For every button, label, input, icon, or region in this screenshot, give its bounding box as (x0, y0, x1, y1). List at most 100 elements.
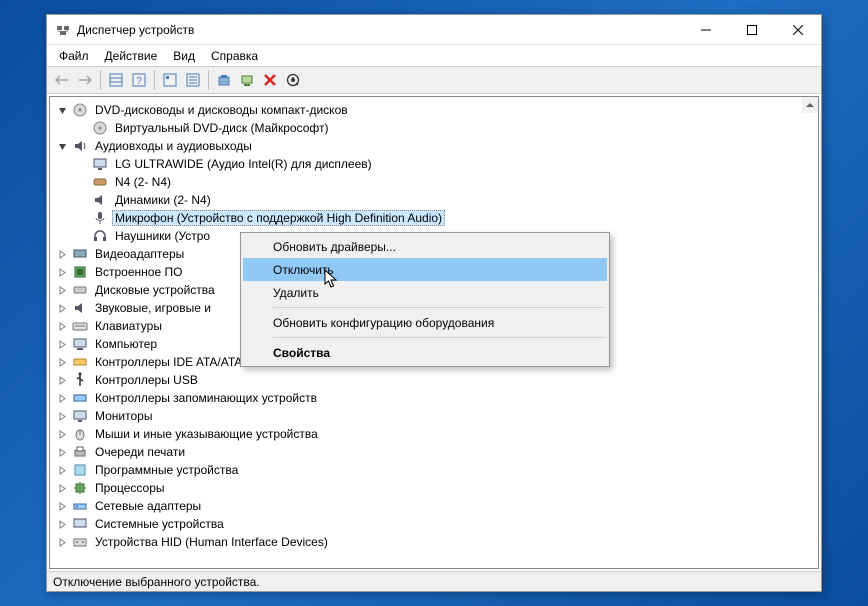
expand-toggle[interactable] (54, 408, 70, 424)
expand-toggle[interactable] (54, 264, 70, 280)
status-text: Отключение выбранного устройства. (53, 575, 260, 589)
usb-icon (72, 372, 88, 388)
device-manager-window: Диспетчер устройств Файл Действие Вид Сп… (46, 14, 822, 592)
tree-category-software[interactable]: Программные устройства (54, 461, 818, 479)
disk-icon (72, 282, 88, 298)
expand-toggle[interactable] (54, 300, 70, 316)
expand-toggle[interactable] (54, 498, 70, 514)
keyboard-icon (72, 318, 88, 334)
monitor-audio-icon (92, 156, 108, 172)
mouse-icon (72, 426, 88, 442)
expand-toggle[interactable] (54, 444, 70, 460)
tree-category-print[interactable]: Очереди печати (54, 443, 818, 461)
toolbar-update-driver-icon[interactable] (213, 69, 235, 91)
tree-label[interactable]: Аудиовходы и аудиовыходы (92, 139, 255, 153)
collapse-toggle[interactable] (54, 102, 70, 118)
menu-file[interactable]: Файл (51, 47, 97, 65)
toolbar-help-icon[interactable]: ? (128, 69, 150, 91)
minimize-button[interactable] (683, 15, 729, 45)
toolbar-separator (154, 70, 155, 90)
statusbar: Отключение выбранного устройства. (47, 571, 821, 591)
monitor-icon (72, 408, 88, 424)
tree-category-system[interactable]: Системные устройства (54, 515, 818, 533)
tree-category-hid[interactable]: Устройства HID (Human Interface Devices) (54, 533, 818, 551)
toolbar-properties-icon[interactable] (182, 69, 204, 91)
computer-icon (72, 336, 88, 352)
maximize-button[interactable] (729, 15, 775, 45)
expand-toggle[interactable] (54, 318, 70, 334)
menu-action[interactable]: Действие (97, 47, 166, 65)
context-separator (273, 337, 605, 338)
tree-category-cpu[interactable]: Процессоры (54, 479, 818, 497)
cpu-icon (72, 480, 88, 496)
tree-category-storage[interactable]: Контроллеры запоминающих устройств (54, 389, 818, 407)
window-controls (683, 15, 821, 45)
expand-toggle[interactable] (54, 246, 70, 262)
expand-toggle[interactable] (54, 372, 70, 388)
toolbar-scan-hardware-icon[interactable] (236, 69, 258, 91)
scroll-up-stub[interactable] (802, 97, 818, 113)
tree-category-usb[interactable]: Контроллеры USB (54, 371, 818, 389)
toolbar-disable-icon[interactable] (282, 69, 304, 91)
firmware-icon (72, 264, 88, 280)
tree-category-mouse[interactable]: Мыши и иные указывающие устройства (54, 425, 818, 443)
context-menu: Обновить драйверы... Отключить Удалить О… (240, 232, 610, 367)
tree-category-monitor[interactable]: Мониторы (54, 407, 818, 425)
expand-toggle[interactable] (54, 354, 70, 370)
storage-controller-icon (72, 390, 88, 406)
expand-toggle[interactable] (54, 336, 70, 352)
back-button[interactable] (51, 69, 73, 91)
tree-category-audio: Аудиовходы и аудиовыходы LG ULTRAWIDE (А… (54, 137, 818, 245)
context-update-drivers[interactable]: Обновить драйверы... (243, 235, 607, 258)
app-icon (55, 22, 71, 38)
close-button[interactable] (775, 15, 821, 45)
dvd-drive-icon (92, 120, 108, 136)
titlebar: Диспетчер устройств (47, 15, 821, 45)
tree-item-selected[interactable]: Микрофон (Устройство с поддержкой High D… (74, 209, 818, 227)
microphone-icon (92, 210, 108, 226)
printer-icon (72, 444, 88, 460)
tree-label[interactable]: DVD-дисководы и дисководы компакт-дисков (92, 103, 351, 117)
context-properties[interactable]: Свойства (243, 341, 607, 364)
collapse-toggle[interactable] (54, 138, 70, 154)
expand-toggle[interactable] (54, 426, 70, 442)
context-delete[interactable]: Удалить (243, 281, 607, 304)
dvd-drive-icon (72, 102, 88, 118)
system-device-icon (72, 516, 88, 532)
toolbar-separator (100, 70, 101, 90)
context-disable[interactable]: Отключить (243, 258, 607, 281)
toolbar-details-icon[interactable] (105, 69, 127, 91)
ide-controller-icon (72, 354, 88, 370)
tree-category-network[interactable]: Сетевые адаптеры (54, 497, 818, 515)
toolbar-separator (208, 70, 209, 90)
toolbar: ? (47, 66, 821, 94)
svg-text:?: ? (136, 76, 142, 87)
expand-toggle[interactable] (54, 480, 70, 496)
menu-help[interactable]: Справка (203, 47, 266, 65)
expand-toggle[interactable] (54, 462, 70, 478)
forward-button[interactable] (74, 69, 96, 91)
speaker-icon (92, 192, 108, 208)
sound-icon (72, 300, 88, 316)
toolbar-actions-icon[interactable] (159, 69, 181, 91)
network-icon (72, 498, 88, 514)
expand-toggle[interactable] (54, 282, 70, 298)
expand-toggle[interactable] (54, 390, 70, 406)
expand-toggle[interactable] (54, 534, 70, 550)
audio-icon (72, 138, 88, 154)
toolbar-uninstall-icon[interactable] (259, 69, 281, 91)
tree-item[interactable]: Виртуальный DVD-диск (Майкрософт) (74, 119, 818, 137)
tree-item[interactable]: Динамики (2- N4) (74, 191, 818, 209)
tree-item[interactable]: N4 (2- N4) (74, 173, 818, 191)
display-adapter-icon (72, 246, 88, 262)
headphones-icon (92, 228, 108, 244)
menu-view[interactable]: Вид (165, 47, 203, 65)
window-title: Диспетчер устройств (77, 23, 683, 37)
software-device-icon (72, 462, 88, 478)
device-icon (92, 174, 108, 190)
context-separator (273, 307, 605, 308)
tree-item[interactable]: LG ULTRAWIDE (Аудио Intel(R) для дисплее… (74, 155, 818, 173)
tree-category-dvd: DVD-дисководы и дисководы компакт-дисков… (54, 101, 818, 137)
context-scan-hardware[interactable]: Обновить конфигурацию оборудования (243, 311, 607, 334)
expand-toggle[interactable] (54, 516, 70, 532)
